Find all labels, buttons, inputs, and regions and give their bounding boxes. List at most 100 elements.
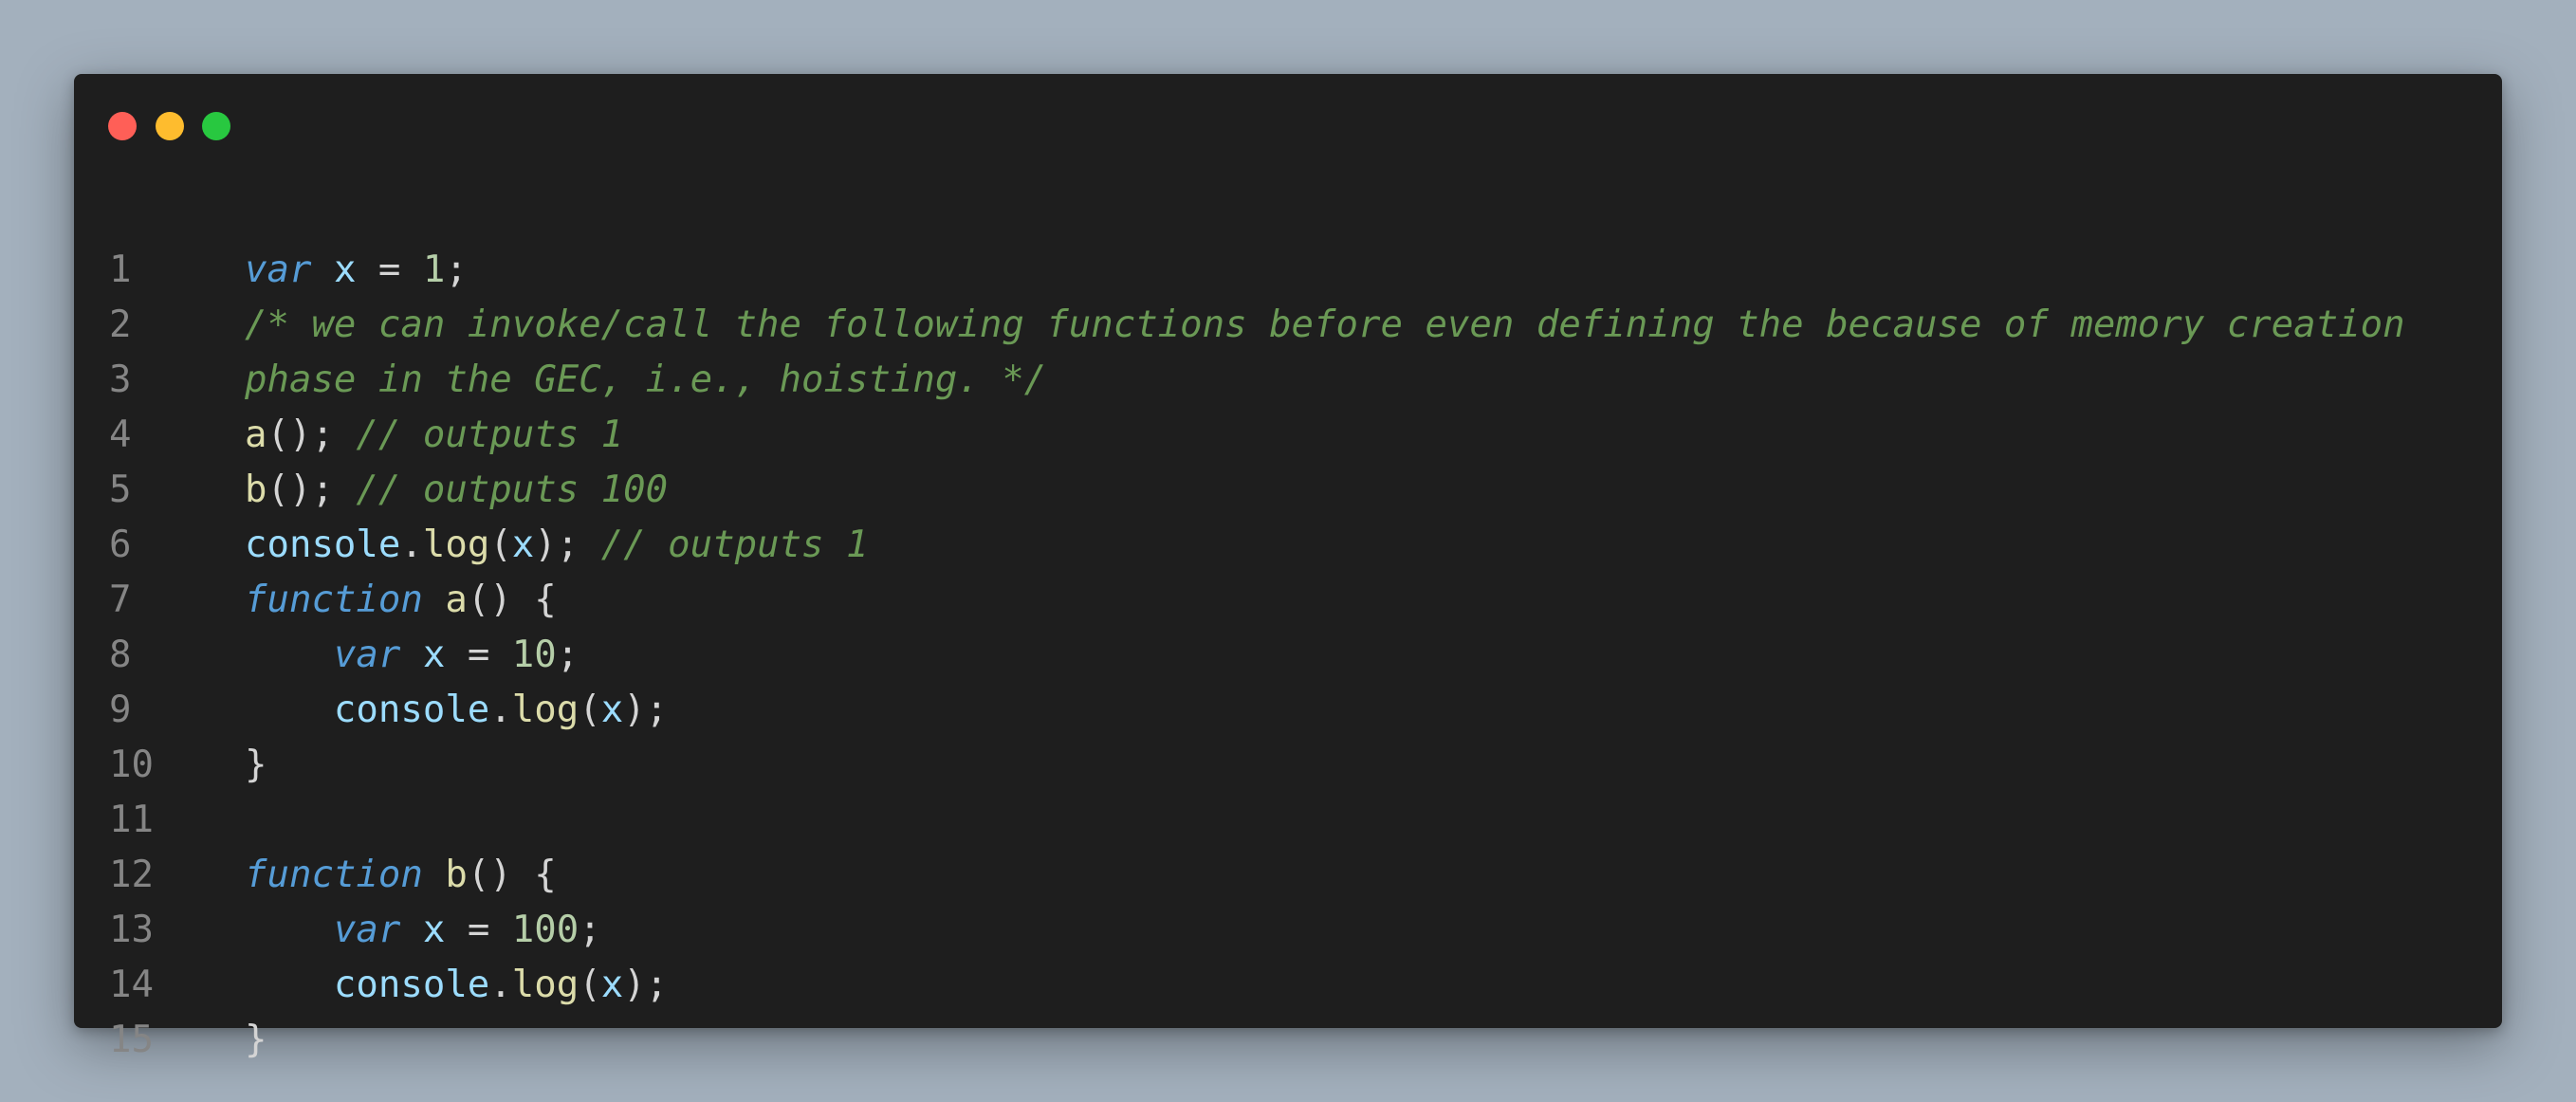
close-button[interactable] xyxy=(108,112,137,140)
code-token: 10 xyxy=(511,634,557,676)
code-line: 8 var x = 10; xyxy=(74,628,2502,683)
code-token: a xyxy=(445,579,468,621)
code-text: var x = 100; xyxy=(245,903,601,958)
code-text: } xyxy=(245,738,267,793)
maximize-button[interactable] xyxy=(202,112,230,140)
code-text: console.log(x); xyxy=(245,958,668,1013)
code-token: b xyxy=(245,468,267,511)
code-token: b xyxy=(445,854,468,896)
code-text: a(); // outputs 1 xyxy=(245,408,623,463)
code-token: ( xyxy=(579,964,601,1006)
line-number: 9 xyxy=(109,689,132,731)
code-token: log xyxy=(511,964,580,1006)
code-text: var x = 10; xyxy=(245,628,579,683)
code-token: () { xyxy=(467,579,557,621)
line-number: 13 xyxy=(109,909,154,951)
code-token: = xyxy=(445,909,512,951)
code-token: } xyxy=(245,744,267,786)
code-text: function a() { xyxy=(245,573,557,628)
code-token: // outputs 100 xyxy=(356,468,669,511)
code-token: = xyxy=(356,248,423,291)
code-token: () { xyxy=(467,854,557,896)
minimize-button[interactable] xyxy=(156,112,184,140)
code-text: } xyxy=(245,1013,267,1068)
code-token: function xyxy=(245,854,423,896)
line-number: 5 xyxy=(109,468,132,511)
line-number: 15 xyxy=(109,1019,154,1061)
line-number: 7 xyxy=(109,579,132,621)
code-token: . xyxy=(400,523,423,566)
line-number: 3 xyxy=(109,358,132,401)
code-token: ( xyxy=(579,689,601,731)
line-number: 1 xyxy=(109,248,132,291)
code-line: 1 var x = 1; xyxy=(74,243,2502,298)
code-token: function xyxy=(245,579,423,621)
code-text: /* we can invoke/call the following func… xyxy=(245,298,2405,353)
code-token: x xyxy=(511,523,535,566)
code-line: 14 console.log(x); xyxy=(74,958,2502,1013)
code-line: 11 xyxy=(74,793,2502,848)
code-line: 5 b(); // outputs 100 xyxy=(74,463,2502,518)
code-token: ); xyxy=(623,964,669,1006)
code-token: ( xyxy=(489,523,512,566)
code-line: 12 function b() { xyxy=(74,848,2502,903)
code-token: // outputs 1 xyxy=(600,523,869,566)
code-token: /* we can invoke/call the following func… xyxy=(245,303,2405,346)
window-titlebar xyxy=(74,74,2502,150)
code-line: 6 console.log(x); // outputs 1 xyxy=(74,518,2502,573)
code-token: console xyxy=(333,964,490,1006)
code-token: 100 xyxy=(511,909,580,951)
code-token: var xyxy=(333,634,401,676)
code-token: x xyxy=(333,248,357,291)
line-number: 2 xyxy=(109,303,132,346)
line-number: 14 xyxy=(109,964,154,1006)
code-token: log xyxy=(422,523,490,566)
code-token: // outputs 1 xyxy=(356,413,624,456)
code-text: console.log(x); xyxy=(245,683,668,738)
code-token: a xyxy=(245,413,267,456)
code-line: 4 a(); // outputs 1 xyxy=(74,408,2502,463)
code-line: 15} xyxy=(74,1013,2502,1068)
code-token: ; xyxy=(445,248,468,291)
line-number: 6 xyxy=(109,523,132,566)
code-text: phase in the GEC, i.e., hoisting. */ xyxy=(245,353,1046,408)
code-token: . xyxy=(489,689,512,731)
line-number: 12 xyxy=(109,854,154,896)
code-token: (); xyxy=(267,468,357,511)
code-text: b(); // outputs 100 xyxy=(245,463,668,518)
code-line: 3 phase in the GEC, i.e., hoisting. */ xyxy=(74,353,2502,408)
line-number: 11 xyxy=(109,799,154,841)
code-token: } xyxy=(245,1019,267,1061)
code-token: x xyxy=(422,634,446,676)
code-token: (); xyxy=(267,413,357,456)
code-token: ); xyxy=(623,689,669,731)
code-token: console xyxy=(245,523,401,566)
code-token: x xyxy=(600,689,624,731)
code-token: var xyxy=(333,909,401,951)
code-line: 2 /* we can invoke/call the following fun… xyxy=(74,298,2502,353)
code-line: 10} xyxy=(74,738,2502,793)
code-text: function b() { xyxy=(245,848,557,903)
code-token: 1 xyxy=(422,248,446,291)
code-token: x xyxy=(422,909,446,951)
code-token: console xyxy=(333,689,490,731)
code-token: x xyxy=(600,964,624,1006)
code-token: var xyxy=(245,248,312,291)
code-token: . xyxy=(489,964,512,1006)
line-number: 10 xyxy=(109,744,154,786)
code-token: ; xyxy=(579,909,601,951)
line-number: 4 xyxy=(109,413,132,456)
code-line: 7 function a() { xyxy=(74,573,2502,628)
code-token: ; xyxy=(556,634,580,676)
code-line: 9 console.log(x); xyxy=(74,683,2502,738)
code-token: = xyxy=(445,634,512,676)
code-text: console.log(x); // outputs 1 xyxy=(245,518,869,573)
code-line: 13 var x = 100; xyxy=(74,903,2502,958)
